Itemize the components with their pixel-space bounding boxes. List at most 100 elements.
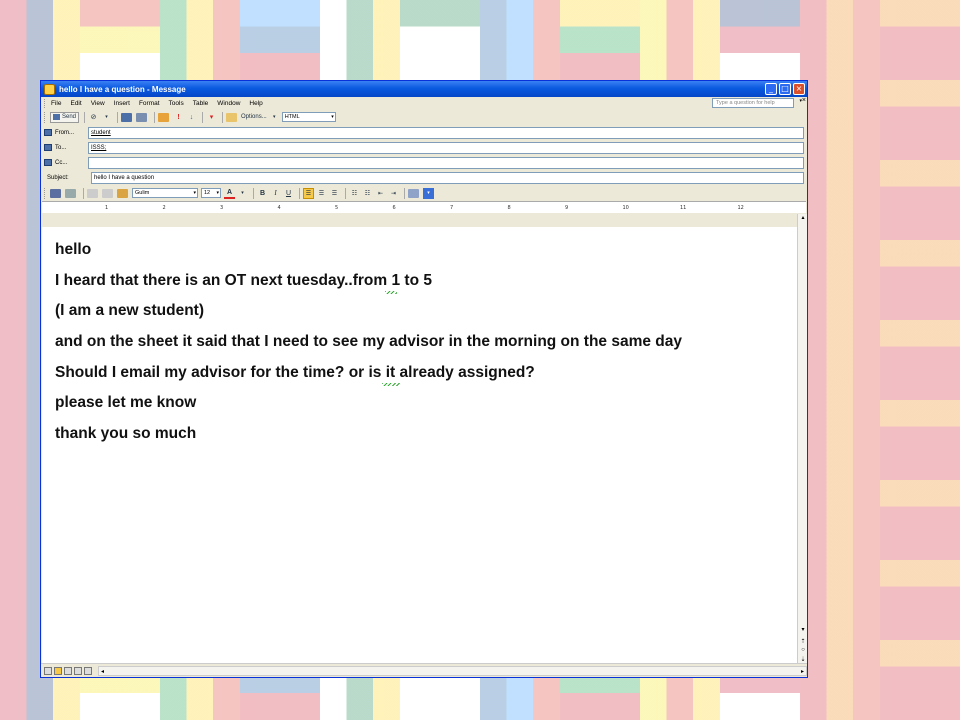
menu-help[interactable]: Help [249,100,262,107]
chevron-down-icon: ▾ [216,190,219,196]
body-line: hello [55,241,92,258]
bold-button[interactable]: B [257,188,268,199]
save-icon[interactable] [50,188,61,198]
center-icon[interactable]: ☰ [316,188,327,199]
view-bar: ◂ ▸ [41,663,807,677]
outline-view-icon[interactable] [74,666,82,675]
message-format-value: HTML [284,114,300,120]
minimize-icon[interactable]: _ [765,83,777,95]
importance-low-icon[interactable]: ↓ [186,112,197,123]
numbering-icon[interactable]: ☷ [349,188,360,199]
options-icon[interactable] [226,112,238,122]
decrease-indent-icon[interactable]: ⇤ [375,188,386,199]
print-layout-view-icon[interactable] [64,666,72,675]
help-search-input[interactable]: Type a question for help [712,98,794,108]
ruler[interactable]: 1 2 3 4 5 6 7 8 9 10 11 12 [42,201,806,213]
body-line: thank you so much [55,425,197,442]
bullets-icon[interactable]: ☷ [362,188,373,199]
select-browse-object-icon[interactable]: ○ [799,647,807,653]
from-field[interactable]: student [88,126,804,139]
reading-layout-view-icon[interactable] [84,666,92,675]
menu-edit[interactable]: Edit [70,100,81,107]
body-line: (I am a new student) [55,302,204,319]
message-window: hello I have a question - Message _ □ × … [40,80,808,678]
font-size-select[interactable]: 12 ▾ [201,188,221,198]
menu-bar: File Edit View Insert Format Tools Table… [41,97,807,109]
ruler-number: 9 [565,205,569,211]
font-color-dropdown-icon[interactable]: ▾ [237,188,248,199]
grammar-squiggle [385,291,397,294]
scroll-up-icon[interactable]: ▴ [799,214,807,221]
from-button[interactable]: From... [44,127,88,139]
toolbar-separator [222,111,224,123]
message-body[interactable]: hello I heard that there is an OT next t… [42,227,797,665]
align-right-icon[interactable]: ☰ [329,188,340,199]
menu-window[interactable]: Window [217,100,240,107]
message-format-select[interactable]: HTML ▾ [281,112,336,122]
underline-button[interactable]: U [283,188,294,199]
toolbar-options-icon[interactable]: ▾ [423,187,434,199]
menu-format[interactable]: Format [139,100,160,107]
normal-view-icon[interactable] [44,666,52,675]
address-book-icon [44,159,52,166]
menu-file[interactable]: File [51,100,61,107]
italic-button[interactable]: I [270,188,281,199]
options-button[interactable]: Options... [241,112,267,123]
menu-tools[interactable]: Tools [169,100,184,107]
close-document-icon[interactable]: × [802,97,806,104]
toolbar-separator [154,111,156,123]
web-layout-view-icon[interactable] [54,666,62,675]
cc-button[interactable]: Cc... [44,157,88,169]
font-select[interactable]: Gulim ▾ [132,188,198,198]
font-value: Gulim [135,190,150,196]
permission-icon[interactable] [158,112,170,122]
vertical-scrollbar[interactable]: ▴ ▾ ⇡ ○ ⇣ [797,214,807,665]
increase-indent-icon[interactable]: ⇥ [388,188,399,199]
ruler-number: 4 [277,205,281,211]
menu-insert[interactable]: Insert [114,100,130,107]
body-line: Should I email my advisor for the time? … [55,364,535,381]
scroll-left-icon[interactable]: ◂ [101,668,104,675]
cc-field[interactable] [88,156,804,169]
print-icon[interactable] [65,188,76,198]
to-field[interactable]: ISSS; [88,141,804,154]
toolbar-separator [83,187,84,199]
menu-table[interactable]: Table [193,100,209,107]
scroll-down-icon[interactable]: ▾ [799,626,807,633]
attach-icon[interactable]: ⊘ [88,112,99,123]
paste-icon[interactable] [117,188,128,198]
toolbar-separator [117,111,119,123]
menu-view[interactable]: View [91,100,105,107]
scroll-right-icon[interactable]: ▸ [801,668,804,675]
to-button[interactable]: To... [44,142,88,154]
address-book-icon[interactable] [121,112,133,122]
subject-row: Subject: hello I have a question [41,170,807,185]
importance-high-icon[interactable]: ! [173,112,184,123]
address-book-icon [44,144,52,151]
previous-object-icon[interactable]: ⇡ [799,638,807,645]
ruler-number: 8 [507,205,511,211]
send-button[interactable]: Send [50,111,80,123]
highlight-icon[interactable] [408,188,419,198]
close-icon[interactable]: × [793,83,805,95]
next-object-icon[interactable]: ⇣ [799,656,807,663]
from-label: From... [55,129,74,136]
align-left-icon[interactable]: ☰ [303,187,314,199]
toolbar-separator [84,111,86,123]
flag-icon[interactable]: ▾ [206,112,217,123]
ruler-number: 11 [680,205,687,211]
title-bar[interactable]: hello I have a question - Message _ □ × [41,81,807,97]
subject-field[interactable]: hello I have a question [91,171,804,184]
check-names-icon[interactable] [136,112,148,122]
font-color-icon[interactable]: A [224,188,235,199]
cut-icon[interactable] [87,188,98,198]
attach-dropdown-icon[interactable]: ▾ [101,112,112,123]
to-label: To... [55,144,67,151]
subject-label: Subject: [47,174,69,181]
menubar-grip [44,98,47,108]
formatting-toolbar: Gulim ▾ 12 ▾ A ▾ B I U ☰ ☰ ☰ ☷ ☷ ⇤ ⇥ ▾ [41,185,807,201]
maximize-icon[interactable]: □ [779,83,791,95]
horizontal-scrollbar[interactable]: ◂ ▸ [98,665,807,676]
copy-icon[interactable] [102,188,113,198]
options-dropdown-icon[interactable]: ▾ [269,112,280,123]
